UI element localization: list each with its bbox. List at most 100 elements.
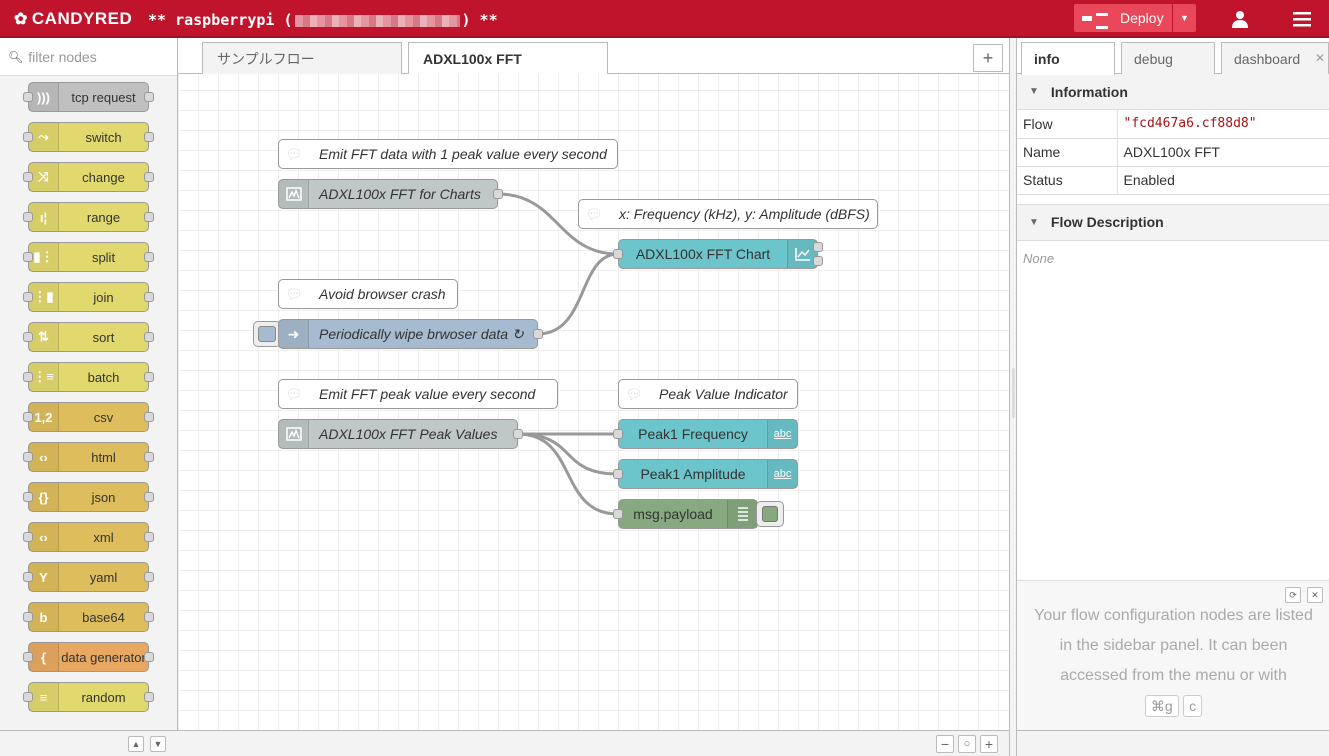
output-port [144,92,154,102]
function-node-peak[interactable]: ADXL100x FFT Peak Values [278,419,523,449]
palette-node-split[interactable]: ▮⋮ split [23,242,154,272]
inject-node-wipe[interactable]: ➜ Periodically wipe brwoser data ↻ [278,319,543,349]
deploy-menu-caret[interactable]: ▼ [1172,4,1196,32]
output-port[interactable] [533,329,543,339]
comment-node[interactable]: 💬︎ x: Frequency (kHz), y: Amplitude (dBF… [578,199,878,229]
flow-canvas[interactable]: 💬︎ Emit FFT data with 1 peak value every… [178,74,1009,730]
arrow-right-icon: ➜ [279,320,309,348]
shuffle-icon: ⤨ [29,163,59,191]
information-section-header[interactable]: ▼ Information [1017,74,1329,110]
input-port [23,172,33,182]
output-port[interactable] [493,189,503,199]
info-table: Flow "fcd467a6.cf88d8" Name ADXL100x FFT… [1017,110,1329,195]
palette-node-change[interactable]: ⤨ change [23,162,154,192]
output-port [144,612,154,622]
palette-node-data-generator[interactable]: {data generator [23,642,154,672]
palette-node-random[interactable]: ≡ random [23,682,154,712]
input-port [23,332,33,342]
ui-text-node-frequency[interactable]: Peak1 Frequency abc [613,419,798,449]
workspace-footer: − ○ + [178,730,1009,756]
input-port[interactable] [613,249,623,259]
palette-node-base64[interactable]: b base64 [23,602,154,632]
palette-node-join[interactable]: ⋮▮ join [23,282,154,312]
zoom-reset-button[interactable]: ○ [958,735,976,753]
list-icon: ≡ [29,683,59,711]
xml-icon: ‹› [29,523,59,551]
yaml-icon: Y [29,563,59,591]
close-icon[interactable]: ✕ [1307,587,1323,603]
tab-adxl100x-fft[interactable]: ADXL100x FFT [408,42,608,75]
sidebar-splitter[interactable] [1009,38,1016,756]
range-icon: ı¦ [29,203,59,231]
palette-node-csv[interactable]: 1,2 csv [23,402,154,432]
collapse-all-icon[interactable]: ▲ [128,736,144,752]
chart-data-icon [279,180,309,208]
node-label: Avoid browser crash [319,286,446,302]
refresh-icon[interactable]: ⟳ [1285,587,1301,603]
tab-debug[interactable]: debug [1121,42,1215,74]
node-palette: 🔍︎ filter nodes ))) tcp request ⤳ switch ⤨ ch… [0,38,178,756]
palette-node-yaml[interactable]: Yyaml [23,562,154,592]
input-port[interactable] [613,429,623,439]
input-port[interactable] [613,469,623,479]
palette-node-sort[interactable]: ⇅ sort [23,322,154,352]
palette-node-tcp-request[interactable]: ))) tcp request [23,82,154,112]
expand-all-icon[interactable]: ▼ [150,736,166,752]
ui-chart-node[interactable]: ADXL100x FFT Chart [613,239,823,269]
spacer [1017,195,1329,205]
comment-node[interactable]: 💬︎ Peak Value Indicator [618,379,798,409]
output-port[interactable] [813,256,823,266]
deploy-button[interactable]: Deploy ▼ [1074,4,1196,32]
comment-node[interactable]: 💬︎ Emit FFT data with 1 peak value every… [278,139,618,169]
palette-node-range[interactable]: ı¦ range [23,202,154,232]
section-title: Information [1050,83,1128,100]
palette-node-html[interactable]: ‹› html [23,442,154,472]
tab-sample-flow[interactable]: サンプルフロー [202,42,402,74]
input-port [23,252,33,262]
output-port [144,252,154,262]
palette-node-xml[interactable]: ‹› xml [23,522,154,552]
palette-node-label: yaml [89,569,118,585]
signal-icon: ))) [29,83,59,111]
inject-trigger-button[interactable] [253,321,281,347]
comment-node[interactable]: 💬︎ Avoid browser crash [278,279,458,309]
inject-button-face [258,326,276,342]
zoom-in-button[interactable]: + [980,735,998,753]
palette-node-label: tcp request [71,89,136,105]
flow-tabs: サンプルフロー ADXL100x FFT + [178,38,1009,75]
flow-description-section-header[interactable]: ▼ Flow Description [1017,204,1329,241]
tab-info[interactable]: info [1021,42,1115,75]
palette-node-label: xml [93,529,114,545]
palette-footer: ▲ ▼ [0,730,178,756]
close-icon[interactable]: ✕ [1314,51,1325,65]
debug-node[interactable]: msg.payload [613,499,758,529]
function-node-charts[interactable]: ADXL100x FFT for Charts [278,179,503,209]
add-tab-button[interactable]: + [973,44,1003,72]
node-label: ADXL100x FFT for Charts [319,186,481,202]
switch-icon: ⤳ [29,123,59,151]
output-port [144,132,154,142]
filter-nodes-input[interactable]: 🔍︎ filter nodes [0,38,177,76]
output-port[interactable] [513,429,523,439]
palette-node-json[interactable]: {} json [23,482,154,512]
output-port [144,452,154,462]
output-port[interactable] [813,242,823,252]
deploy-icon [1082,12,1110,29]
node-label: ADXL100x FFT Peak Values [319,426,498,442]
batch-icon: ⋮≡ [29,363,59,391]
palette-node-switch[interactable]: ⤳ switch [23,122,154,152]
ui-text-node-amplitude[interactable]: Peak1 Amplitude abc [613,459,798,489]
palette-node-batch[interactable]: ⋮≡ batch [23,362,154,392]
debug-toggle-button[interactable] [756,501,784,527]
input-port[interactable] [613,509,623,519]
user-icon[interactable] [1227,6,1253,32]
zoom-out-button[interactable]: − [936,735,954,753]
input-port [23,92,33,102]
tab-dashboard[interactable]: dashboard ✕ [1221,42,1329,74]
output-port [144,652,154,662]
tab-label: ADXL100x FFT [423,51,522,67]
app-header: ✿ CANDYRED ** raspberrypi () ** Deploy ▼ [0,0,1329,38]
table-row: Name ADXL100x FFT [1017,138,1329,167]
menu-icon[interactable] [1289,6,1315,32]
comment-node[interactable]: 💬︎ Emit FFT peak value every second [278,379,558,409]
